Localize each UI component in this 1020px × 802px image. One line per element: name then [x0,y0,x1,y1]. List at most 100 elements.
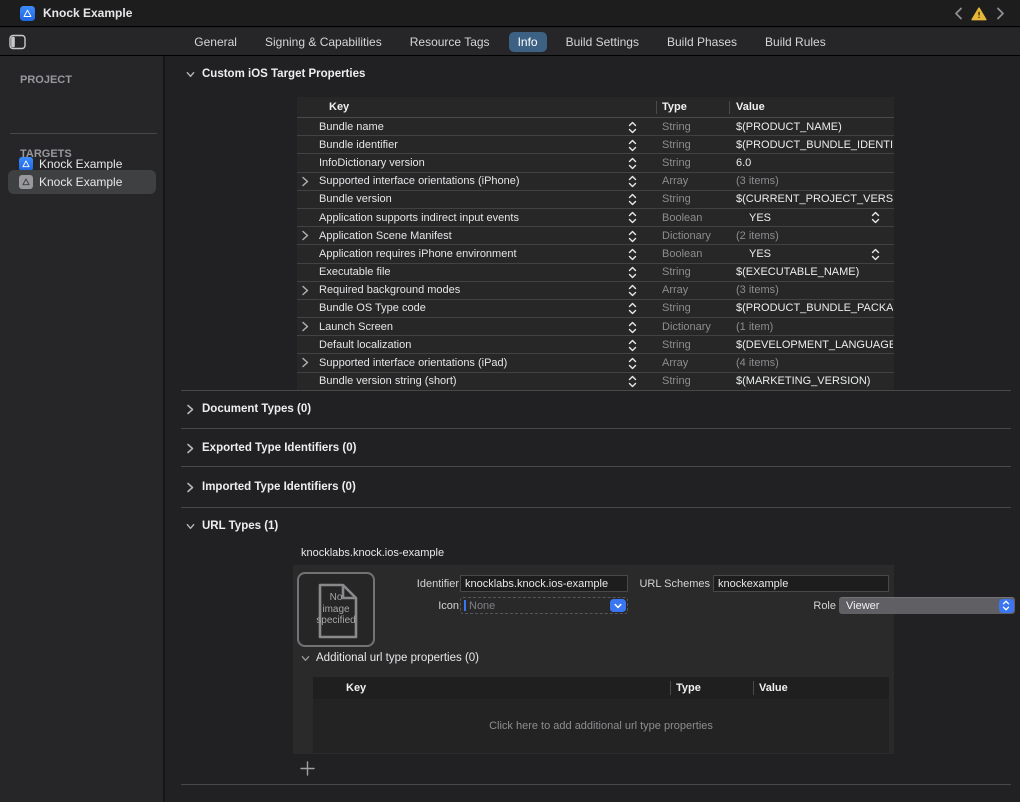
sidebar-toggle-icon[interactable] [9,34,27,50]
table-row[interactable]: Supported interface orientations (iPhone… [297,173,894,191]
property-value[interactable]: (3 items) [736,175,893,187]
settings-tab[interactable]: Resource Tags [401,32,499,52]
icon-combo-box[interactable]: None [460,597,628,614]
property-value[interactable]: $(MARKETING_VERSION) [736,375,893,387]
key-stepper-icon[interactable] [628,266,637,279]
table-row[interactable]: Application supports indirect input even… [297,209,894,227]
table-row[interactable]: Application Scene Manifest Dictionary (2… [297,227,894,245]
property-value[interactable]: (3 items) [736,284,893,296]
settings-tab[interactable]: Info [509,32,547,52]
key-stepper-icon[interactable] [628,357,637,370]
identifier-input[interactable] [460,575,628,592]
settings-tab[interactable]: General [185,32,246,52]
property-value[interactable]: (1 item) [736,321,893,333]
add-property-click-area[interactable]: Click here to add additional url type pr… [313,699,889,753]
chevron-down-icon[interactable] [185,70,195,79]
property-type[interactable]: String [662,157,691,169]
property-value[interactable]: $(PRODUCT_BUNDLE_IDENTIFIER) [736,139,893,151]
table-row[interactable]: Bundle name String $(PRODUCT_NAME) [297,118,894,136]
back-arrow-icon[interactable] [952,7,964,21]
table-row[interactable]: InfoDictionary version String 6.0 [297,154,894,172]
key-stepper-icon[interactable] [628,121,637,134]
key-stepper-icon[interactable] [628,248,637,261]
property-type[interactable]: String [662,193,691,205]
property-type[interactable]: Boolean [662,248,702,260]
table-row[interactable]: Bundle version string (short) String $(M… [297,373,894,391]
sidebar-item-target[interactable]: Knock Example [8,170,156,194]
property-type[interactable]: String [662,266,691,278]
key-stepper-icon[interactable] [628,339,637,352]
settings-tab[interactable]: Build Phases [658,32,746,52]
property-value[interactable]: YES [749,212,869,224]
chevron-down-icon[interactable] [185,522,195,531]
property-type[interactable]: Array [662,357,688,369]
table-row[interactable]: Application requires iPhone environment … [297,245,894,263]
disclosure-chevron-icon[interactable] [301,321,313,332]
property-type[interactable]: Array [662,284,688,296]
table-row[interactable]: Bundle identifier String $(PRODUCT_BUNDL… [297,136,894,154]
chevron-right-icon[interactable] [185,443,195,454]
combo-dropdown-button[interactable] [610,599,626,612]
chevron-down-icon[interactable] [301,654,310,663]
property-type[interactable]: Dictionary [662,321,711,333]
property-type[interactable]: Dictionary [662,230,711,242]
settings-tab[interactable]: Build Rules [756,32,835,52]
key-stepper-icon[interactable] [628,157,637,170]
key-stepper-icon[interactable] [628,230,637,243]
disclosure-chevron-icon[interactable] [301,285,313,296]
key-stepper-icon[interactable] [628,139,637,152]
property-value[interactable]: $(EXECUTABLE_NAME) [736,266,893,278]
property-type[interactable]: Boolean [662,212,702,224]
url-type-image-well[interactable]: No image specified [297,572,375,647]
property-value[interactable]: $(DEVELOPMENT_LANGUAGE) [736,339,893,351]
section-imported-type-identifiers[interactable]: Imported Type Identifiers (0) [185,481,356,493]
key-stepper-icon[interactable] [628,321,637,334]
table-row[interactable]: Required background modes Array (3 items… [297,282,894,300]
property-type[interactable]: String [662,375,691,387]
property-value[interactable]: $(PRODUCT_NAME) [736,121,893,133]
table-row[interactable]: Bundle version String $(CURRENT_PROJECT_… [297,191,894,209]
add-url-type-button[interactable] [298,759,316,777]
property-value[interactable]: $(PRODUCT_BUNDLE_PACKAGE_TYPE) [736,302,893,314]
table-row[interactable]: Executable file String $(EXECUTABLE_NAME… [297,264,894,282]
table-row[interactable]: Default localization String $(DEVELOPMEN… [297,336,894,354]
property-type[interactable]: String [662,121,691,133]
table-row[interactable]: Launch Screen Dictionary (1 item) [297,318,894,336]
property-value[interactable]: $(CURRENT_PROJECT_VERSION) [736,193,893,205]
chevron-right-icon[interactable] [185,404,195,415]
disclosure-chevron-icon[interactable] [301,357,313,368]
warning-badge-icon[interactable] [971,7,987,21]
boolean-stepper-icon[interactable] [871,248,880,261]
key-stepper-icon[interactable] [628,284,637,297]
role-popup-button[interactable]: Viewer [839,597,1015,614]
section-url-types[interactable]: URL Types (1) [185,520,278,532]
settings-tab[interactable]: Signing & Capabilities [256,32,391,52]
key-stepper-icon[interactable] [628,175,637,188]
settings-tab[interactable]: Build Settings [557,32,648,52]
table-row[interactable]: Bundle OS Type code String $(PRODUCT_BUN… [297,300,894,318]
table-row[interactable]: Supported interface orientations (iPad) … [297,354,894,372]
property-type[interactable]: Array [662,175,688,187]
property-value[interactable]: 6.0 [736,157,893,169]
property-type[interactable]: String [662,139,691,151]
disclosure-chevron-icon[interactable] [301,230,313,241]
section-document-types[interactable]: Document Types (0) [185,403,311,415]
key-stepper-icon[interactable] [628,193,637,206]
key-stepper-icon[interactable] [628,302,637,315]
column-header-type: Type [676,682,701,694]
additional-url-properties-header[interactable]: Additional url type properties (0) [301,652,479,664]
section-exported-type-identifiers[interactable]: Exported Type Identifiers (0) [185,442,356,454]
section-custom-ios-target-properties[interactable]: Custom iOS Target Properties [185,68,365,80]
key-stepper-icon[interactable] [628,211,637,224]
property-type[interactable]: String [662,339,691,351]
key-stepper-icon[interactable] [628,375,637,388]
property-value[interactable]: YES [749,248,869,260]
boolean-stepper-icon[interactable] [871,211,880,224]
disclosure-chevron-icon[interactable] [301,176,313,187]
property-type[interactable]: String [662,302,691,314]
url-schemes-input[interactable] [713,575,889,592]
forward-arrow-icon[interactable] [994,7,1006,21]
property-value[interactable]: (4 items) [736,357,893,369]
property-value[interactable]: (2 items) [736,230,893,242]
chevron-right-icon[interactable] [185,482,195,493]
